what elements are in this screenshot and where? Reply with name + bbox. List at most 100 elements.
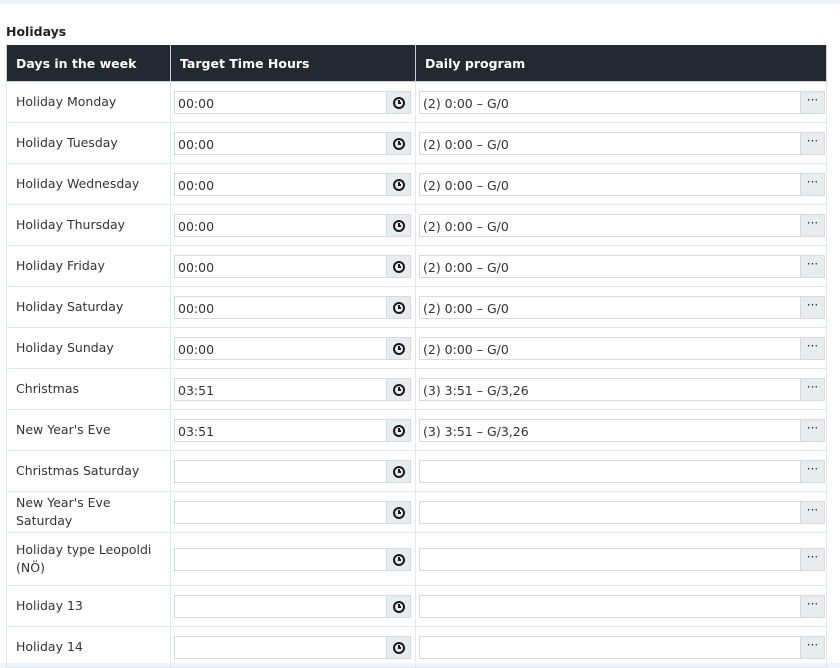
day-label: Holiday type Leopoldi (NÖ) bbox=[6, 532, 171, 586]
program-select-button[interactable]: ··· bbox=[800, 173, 824, 195]
daily-program-input[interactable]: ··· bbox=[419, 594, 825, 618]
program-select-button[interactable]: ··· bbox=[800, 595, 824, 617]
time-picker-button[interactable] bbox=[386, 132, 410, 154]
program-select-button[interactable]: ··· bbox=[800, 636, 824, 658]
program-select-button[interactable]: ··· bbox=[800, 296, 824, 318]
daily-program-input[interactable]: (2) 0:00 – G/0 ··· bbox=[419, 131, 825, 155]
program-select-button[interactable]: ··· bbox=[800, 337, 824, 359]
target-time-cell: 03:51 bbox=[170, 409, 416, 451]
daily-program-input[interactable]: (2) 0:00 – G/0 ··· bbox=[419, 213, 825, 237]
target-time-input[interactable]: 00:00 bbox=[174, 213, 411, 237]
ellipsis-icon: ··· bbox=[806, 637, 819, 652]
target-time-value: 00:00 bbox=[178, 341, 215, 357]
day-label: New Year's Eve Saturday bbox=[6, 491, 171, 533]
daily-program-value: (2) 0:00 – G/0 bbox=[423, 136, 509, 152]
program-select-button[interactable]: ··· bbox=[800, 91, 824, 113]
daily-program-input[interactable]: (2) 0:00 – G/0 ··· bbox=[419, 254, 825, 278]
program-select-button[interactable]: ··· bbox=[800, 378, 824, 400]
target-time-cell: 03:51 bbox=[170, 368, 416, 410]
daily-program-cell: (2) 0:00 – G/0 ··· bbox=[415, 327, 827, 369]
target-time-input[interactable]: 00:00 bbox=[174, 336, 411, 360]
time-picker-button[interactable] bbox=[386, 296, 410, 318]
day-label: New Year's Eve bbox=[6, 409, 171, 451]
program-select-button[interactable]: ··· bbox=[800, 460, 824, 482]
daily-program-input[interactable]: (3) 3:51 – G/3,26 ··· bbox=[419, 418, 825, 442]
target-time-input[interactable]: 03:51 bbox=[174, 377, 411, 401]
target-time-input[interactable] bbox=[174, 459, 411, 483]
daily-program-value: (3) 3:51 – G/3,26 bbox=[423, 382, 529, 398]
target-time-input[interactable]: 00:00 bbox=[174, 131, 411, 155]
program-select-button[interactable]: ··· bbox=[800, 132, 824, 154]
time-picker-button[interactable] bbox=[386, 460, 410, 482]
daily-program-cell: (2) 0:00 – G/0 ··· bbox=[415, 163, 827, 205]
time-picker-button[interactable] bbox=[386, 501, 410, 523]
table-row: Holiday Thursday 00:00 (2) 0:00 – G/0 ··· bbox=[6, 204, 827, 246]
table-row: Holiday 14 ··· bbox=[6, 626, 827, 668]
clock-icon bbox=[393, 600, 405, 613]
daily-program-input[interactable]: (2) 0:00 – G/0 ··· bbox=[419, 295, 825, 319]
ellipsis-icon: ··· bbox=[806, 338, 819, 353]
target-time-value: 03:51 bbox=[178, 423, 215, 439]
target-time-cell bbox=[170, 585, 416, 627]
target-time-cell: 00:00 bbox=[170, 245, 416, 287]
target-time-input[interactable] bbox=[174, 594, 411, 618]
table-row: Holiday Saturday 00:00 (2) 0:00 – G/0 ··· bbox=[6, 286, 827, 328]
day-label: Holiday Wednesday bbox=[6, 163, 171, 205]
day-label: Holiday Friday bbox=[6, 245, 171, 287]
target-time-cell bbox=[170, 450, 416, 492]
daily-program-cell: (2) 0:00 – G/0 ··· bbox=[415, 204, 827, 246]
time-picker-button[interactable] bbox=[386, 595, 410, 617]
day-label: Holiday Monday bbox=[6, 81, 171, 123]
time-picker-button[interactable] bbox=[386, 378, 410, 400]
target-time-input[interactable]: 00:00 bbox=[174, 90, 411, 114]
day-label: Holiday Saturday bbox=[6, 286, 171, 328]
ellipsis-icon: ··· bbox=[806, 133, 819, 148]
daily-program-input[interactable]: (2) 0:00 – G/0 ··· bbox=[419, 90, 825, 114]
target-time-value: 00:00 bbox=[178, 136, 215, 152]
target-time-input[interactable]: 00:00 bbox=[174, 254, 411, 278]
target-time-cell bbox=[170, 491, 416, 533]
section-title: Holidays bbox=[6, 24, 67, 39]
day-label: Christmas Saturday bbox=[6, 450, 171, 492]
daily-program-input[interactable]: (2) 0:00 – G/0 ··· bbox=[419, 336, 825, 360]
target-time-input[interactable] bbox=[174, 500, 411, 524]
program-select-button[interactable]: ··· bbox=[800, 419, 824, 441]
target-time-cell bbox=[170, 532, 416, 586]
program-select-button[interactable]: ··· bbox=[800, 501, 824, 523]
time-picker-button[interactable] bbox=[386, 548, 410, 570]
time-picker-button[interactable] bbox=[386, 91, 410, 113]
clock-icon bbox=[393, 383, 405, 396]
time-picker-button[interactable] bbox=[386, 214, 410, 236]
daily-program-value: (3) 3:51 – G/3,26 bbox=[423, 423, 529, 439]
target-time-value: 03:51 bbox=[178, 382, 215, 398]
program-select-button[interactable]: ··· bbox=[800, 214, 824, 236]
target-time-value: 00:00 bbox=[178, 259, 215, 275]
daily-program-input[interactable]: ··· bbox=[419, 500, 825, 524]
time-picker-button[interactable] bbox=[386, 419, 410, 441]
holidays-panel: Holidays Days in the week Target Time Ho… bbox=[0, 4, 840, 668]
daily-program-input[interactable]: (2) 0:00 – G/0 ··· bbox=[419, 172, 825, 196]
table-row: New Year's Eve Saturday ··· bbox=[6, 491, 827, 533]
time-picker-button[interactable] bbox=[386, 337, 410, 359]
target-time-input[interactable] bbox=[174, 547, 411, 571]
target-time-input[interactable]: 00:00 bbox=[174, 295, 411, 319]
target-time-cell: 00:00 bbox=[170, 327, 416, 369]
daily-program-input[interactable]: ··· bbox=[419, 635, 825, 659]
target-time-input[interactable] bbox=[174, 635, 411, 659]
ellipsis-icon: ··· bbox=[806, 549, 819, 564]
program-select-button[interactable]: ··· bbox=[800, 255, 824, 277]
table-row: Christmas 03:51 (3) 3:51 – G/3,26 ··· bbox=[6, 368, 827, 410]
time-picker-button[interactable] bbox=[386, 173, 410, 195]
daily-program-value: (2) 0:00 – G/0 bbox=[423, 259, 509, 275]
program-select-button[interactable]: ··· bbox=[800, 548, 824, 570]
time-picker-button[interactable] bbox=[386, 636, 410, 658]
daily-program-cell: ··· bbox=[415, 450, 827, 492]
daily-program-input[interactable]: (3) 3:51 – G/3,26 ··· bbox=[419, 377, 825, 401]
daily-program-input[interactable]: ··· bbox=[419, 459, 825, 483]
clock-icon bbox=[393, 465, 405, 478]
target-time-input[interactable]: 00:00 bbox=[174, 172, 411, 196]
daily-program-input[interactable]: ··· bbox=[419, 547, 825, 571]
target-time-input[interactable]: 03:51 bbox=[174, 418, 411, 442]
day-label: Holiday 13 bbox=[6, 585, 171, 627]
time-picker-button[interactable] bbox=[386, 255, 410, 277]
